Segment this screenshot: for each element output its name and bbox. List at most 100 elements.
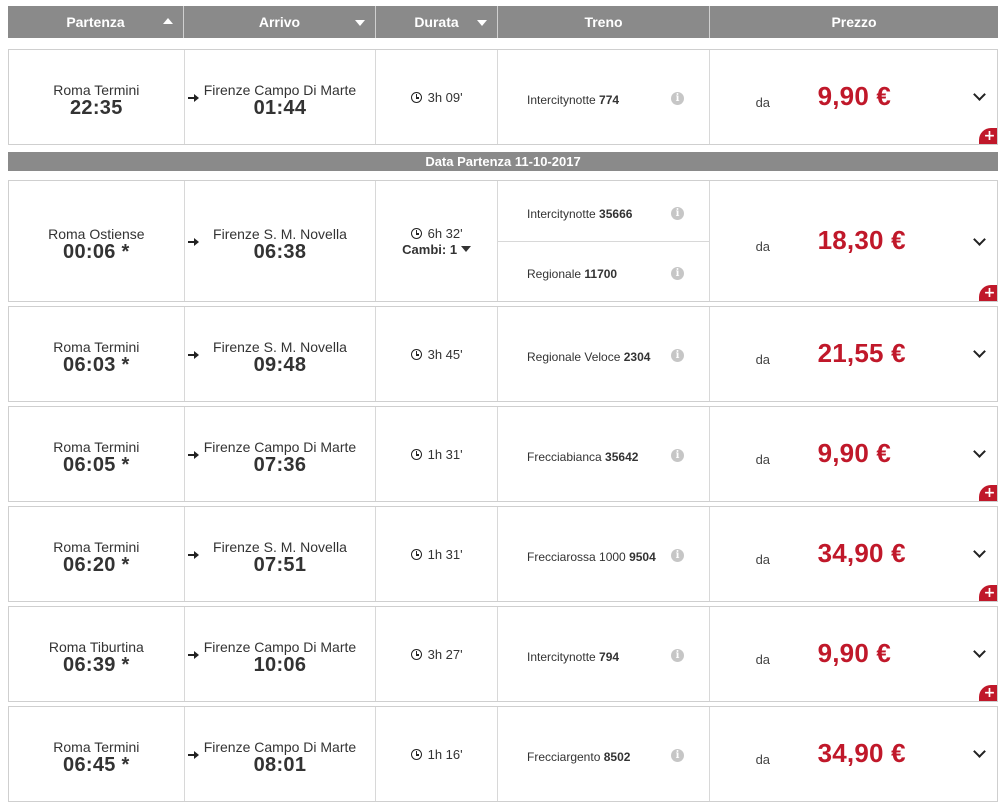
- info-icon[interactable]: i: [671, 349, 684, 362]
- price-cell[interactable]: da 34,90 €: [710, 707, 997, 801]
- arrival-station: Firenze Campo Di Marte: [203, 639, 357, 655]
- info-icon[interactable]: i: [671, 649, 684, 662]
- departure-station: Roma Termini: [53, 339, 140, 355]
- changes-toggle[interactable]: Cambi: 1: [376, 242, 497, 257]
- arrival-time: 10:06: [253, 654, 307, 676]
- price-cell[interactable]: da 34,90 € +: [710, 507, 997, 601]
- price-cell[interactable]: da 18,30 € +: [710, 181, 997, 301]
- price-prefix: da: [755, 95, 771, 110]
- sort-descending-icon: [477, 20, 487, 26]
- chevron-down-icon[interactable]: [972, 445, 986, 458]
- info-icon[interactable]: i: [671, 92, 684, 105]
- clock-icon: [410, 92, 422, 103]
- solution-row[interactable]: Roma Termini 22:35 Firenze Campo Di Mart…: [8, 49, 998, 145]
- date-separator: Data Partenza 11-10-2017: [8, 152, 998, 171]
- plus-icon[interactable]: +: [979, 128, 997, 144]
- arrival-station: Firenze S. M. Novella: [213, 226, 347, 242]
- train-cell: Frecciabianca 35642 i: [498, 407, 710, 501]
- results-header: Partenza Arrivo Durata Treno Prezzo: [8, 6, 998, 38]
- price-value: 9,90 €: [817, 81, 892, 111]
- info-icon[interactable]: i: [671, 749, 684, 762]
- train-number: 794: [599, 650, 620, 664]
- duration-cell: 1h 16': [376, 707, 498, 801]
- plus-icon[interactable]: +: [979, 685, 997, 701]
- chevron-down-icon[interactable]: [972, 645, 986, 658]
- price-value: 21,55 €: [817, 338, 906, 368]
- train-cell: Intercitynotte 774 i: [498, 50, 710, 144]
- price-value: 9,90 €: [817, 638, 892, 668]
- train-divider: [498, 241, 709, 242]
- departure-time: 00:06 *: [63, 241, 130, 263]
- price-value: 34,90 €: [817, 738, 906, 768]
- sort-descending-icon: [355, 20, 365, 26]
- train-label: Intercitynotte 35666: [527, 207, 633, 221]
- solution-row[interactable]: Roma Termini 06:20 * Firenze S. M. Novel…: [8, 506, 998, 602]
- clock-icon: [410, 349, 422, 360]
- price-prefix: da: [755, 239, 771, 254]
- info-icon[interactable]: i: [671, 207, 684, 220]
- price-cell[interactable]: da 9,90 € +: [710, 607, 997, 701]
- train-cell: Frecciargento 8502 i: [498, 707, 710, 801]
- arrival-station: Firenze Campo Di Marte: [203, 739, 357, 755]
- clock-icon: [410, 228, 422, 239]
- train-number: 2304: [623, 350, 651, 364]
- price-prefix: da: [755, 352, 771, 367]
- plus-icon[interactable]: +: [979, 485, 997, 501]
- departure-time: 06:45 *: [63, 754, 130, 776]
- sort-by-departure[interactable]: Partenza: [8, 6, 184, 38]
- info-icon[interactable]: i: [671, 267, 684, 280]
- departure-station: Roma Termini: [53, 439, 140, 455]
- sort-by-arrival[interactable]: Arrivo: [184, 6, 376, 38]
- departure-cell: Roma Ostiense 00:06 *: [9, 181, 199, 301]
- price-cell[interactable]: da 9,90 € +: [710, 407, 997, 501]
- plus-icon[interactable]: +: [979, 285, 997, 301]
- price-prefix: da: [755, 452, 771, 467]
- header-duration-label: Durata: [414, 14, 459, 30]
- chevron-down-icon[interactable]: [972, 88, 986, 101]
- plus-icon[interactable]: +: [979, 585, 997, 601]
- train-number: 35642: [605, 450, 639, 464]
- arrival-cell: Firenze S. M. Novella 06:38: [185, 181, 377, 301]
- price-cell[interactable]: da 9,90 € +: [710, 50, 997, 144]
- departure-cell: Roma Termini 06:45 *: [9, 707, 199, 801]
- solution-row[interactable]: Roma Termini 06:05 * Firenze Campo Di Ma…: [8, 406, 998, 502]
- departure-station: Roma Termini: [53, 739, 140, 755]
- sort-ascending-icon: [163, 18, 173, 24]
- departure-time: 06:39 *: [63, 654, 130, 676]
- price-cell[interactable]: da 21,55 €: [710, 307, 997, 401]
- duration-value: 1h 31': [427, 447, 463, 462]
- duration-value: 6h 32': [427, 226, 463, 241]
- train-number: 9504: [629, 550, 656, 564]
- departure-cell: Roma Tiburtina 06:39 *: [9, 607, 199, 701]
- departure-cell: Roma Termini 06:05 *: [9, 407, 199, 501]
- duration-cell: 6h 32' Cambi: 1: [376, 181, 498, 301]
- clock-icon: [410, 549, 422, 560]
- duration-cell: 3h 09': [376, 50, 498, 144]
- solution-row[interactable]: Roma Ostiense 00:06 * Firenze S. M. Nove…: [8, 180, 998, 302]
- chevron-down-icon[interactable]: [972, 545, 986, 558]
- price-value: 34,90 €: [817, 538, 906, 568]
- departure-cell: Roma Termini 22:35: [9, 50, 199, 144]
- solution-row[interactable]: Roma Termini 06:03 * Firenze S. M. Novel…: [8, 306, 998, 402]
- price-prefix: da: [755, 552, 771, 567]
- departure-time: 06:03 *: [63, 354, 130, 376]
- solution-row[interactable]: Roma Termini 06:45 * Firenze Campo Di Ma…: [8, 706, 998, 802]
- arrival-time: 07:36: [253, 454, 307, 476]
- chevron-down-icon[interactable]: [972, 233, 986, 246]
- train-cell: Frecciarossa 1000 9504 i: [498, 507, 710, 601]
- info-icon[interactable]: i: [671, 549, 684, 562]
- departure-time: 22:35: [69, 97, 123, 119]
- chevron-down-icon[interactable]: [972, 745, 986, 758]
- train-cell: Intercitynotte 794 i: [498, 607, 710, 701]
- sort-by-duration[interactable]: Durata: [376, 6, 498, 38]
- info-icon[interactable]: i: [671, 449, 684, 462]
- chevron-down-icon[interactable]: [972, 345, 986, 358]
- clock-icon: [410, 449, 422, 460]
- arrival-cell: Firenze Campo Di Marte 08:01: [185, 707, 377, 801]
- duration-cell: 3h 45': [376, 307, 498, 401]
- solution-row[interactable]: Roma Tiburtina 06:39 * Firenze Campo Di …: [8, 606, 998, 702]
- arrival-cell: Firenze Campo Di Marte 07:36: [185, 407, 377, 501]
- train-number: 11700: [584, 267, 618, 281]
- arrival-cell: Firenze S. M. Novella 07:51: [185, 507, 377, 601]
- price-value: 9,90 €: [817, 438, 892, 468]
